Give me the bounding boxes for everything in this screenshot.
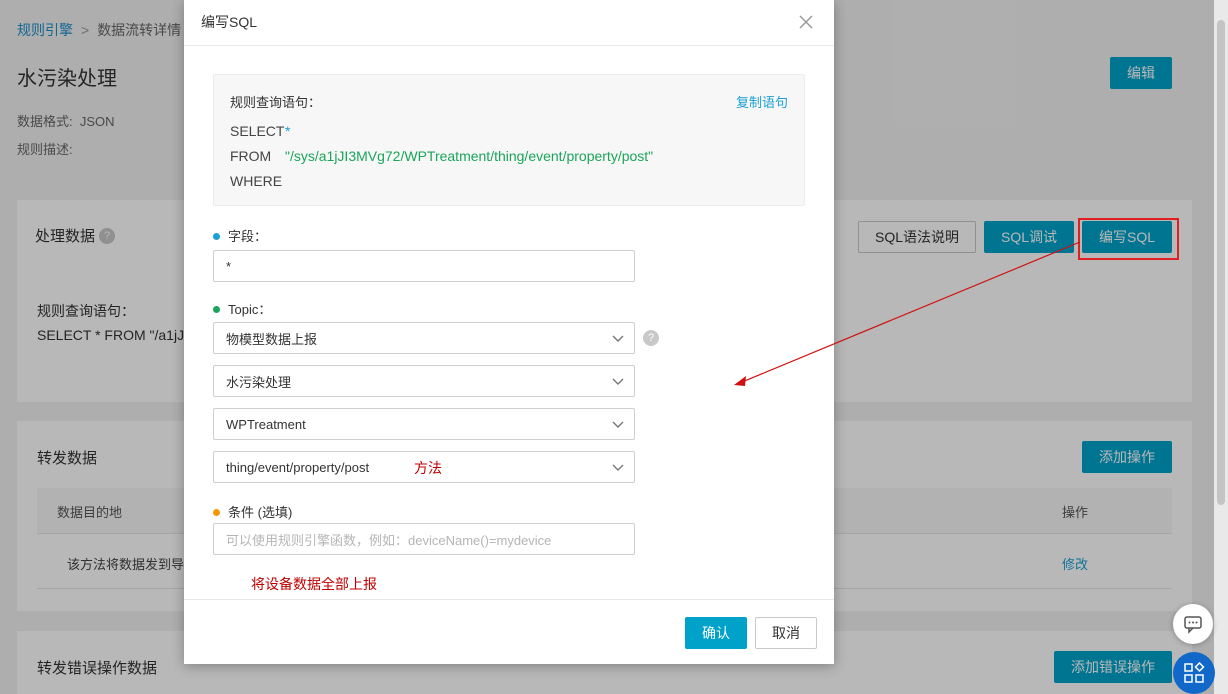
cancel-button[interactable]: 取消	[755, 617, 817, 649]
close-icon[interactable]	[796, 12, 816, 32]
field-input[interactable]: *	[213, 250, 635, 282]
select-value: 水污染处理	[226, 374, 292, 390]
topic-label: Topic：	[213, 299, 271, 318]
highlight-box	[1078, 218, 1179, 260]
topic-product-type-select[interactable]: 物模型数据上报	[213, 322, 635, 354]
condition-label-text: 条件 (选填)	[228, 505, 293, 520]
sql-select-value: *	[285, 123, 291, 139]
chevron-down-icon	[612, 421, 624, 428]
copy-statement-link[interactable]: 复制语句	[736, 92, 788, 111]
scrollbar-thumb[interactable]	[1217, 20, 1225, 505]
condition-placeholder: 可以使用规则引擎函数，例如：deviceName()=mydevice	[226, 532, 552, 548]
topic-help-icon[interactable]: ?	[643, 330, 659, 346]
chevron-down-icon	[612, 464, 624, 471]
write-sql-dialog: 编写SQL 规则查询语句： 复制语句 SELECT* FROM "/sys/a1j…	[184, 0, 834, 664]
sql-from-keyword: FROM	[230, 148, 272, 164]
sql-preview-label: 规则查询语句：	[230, 95, 322, 110]
condition-dot	[213, 509, 220, 516]
annotation-method: 方法	[414, 460, 442, 476]
chat-icon[interactable]	[1173, 604, 1213, 644]
chevron-down-icon	[612, 378, 624, 385]
field-dot	[213, 233, 220, 240]
page-scrollbar[interactable]	[1214, 0, 1228, 694]
sql-select-line: SELECT*	[230, 123, 290, 139]
dialog-header: 编写SQL	[184, 0, 834, 46]
apps-grid-icon[interactable]	[1173, 652, 1215, 694]
sql-from-line: FROM "/sys/a1jJI3MVg72/WPTreatment/thing/…	[230, 148, 653, 164]
dialog-title: 编写SQL	[201, 14, 258, 30]
dialog-footer: 确认 取消	[184, 599, 834, 664]
sql-where-line: WHERE	[230, 173, 285, 189]
sql-from-value: "/sys/a1jJI3MVg72/WPTreatment/thing/even…	[285, 148, 654, 164]
select-value: WPTreatment	[226, 416, 306, 432]
condition-label: 条件 (选填)	[213, 502, 292, 521]
condition-input[interactable]: 可以使用规则引擎函数，例如：deviceName()=mydevice	[213, 523, 635, 555]
sql-where-keyword: WHERE	[230, 173, 283, 189]
chevron-down-icon	[612, 335, 624, 342]
topic-label-text: Topic：	[228, 302, 272, 317]
select-value: 物模型数据上报	[226, 331, 318, 347]
field-label-text: 字段：	[228, 229, 268, 244]
sql-preview-box: 规则查询语句： 复制语句 SELECT* FROM "/sys/a1jJI3MVg…	[213, 74, 805, 206]
topic-product-select[interactable]: 水污染处理	[213, 365, 635, 397]
confirm-button[interactable]: 确认	[685, 617, 747, 649]
sql-select-keyword: SELECT	[230, 123, 285, 139]
topic-device-select[interactable]: WPTreatment	[213, 408, 635, 440]
annotation-upload-all: 将设备数据全部上报	[251, 576, 377, 592]
topic-dot	[213, 306, 220, 313]
field-label: 字段：	[213, 226, 267, 245]
select-value: thing/event/property/post	[226, 459, 370, 475]
field-input-value: *	[226, 258, 232, 274]
